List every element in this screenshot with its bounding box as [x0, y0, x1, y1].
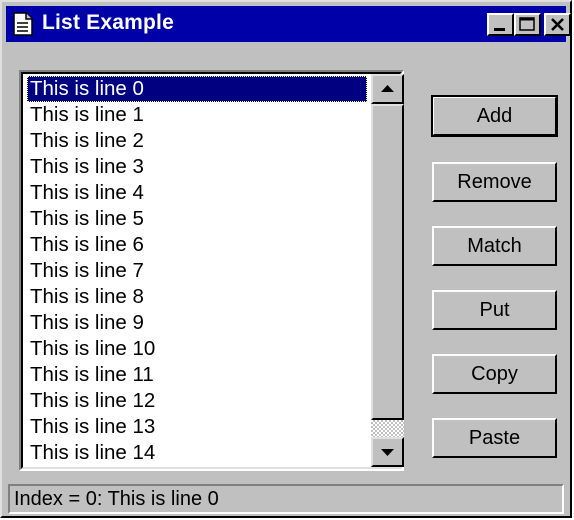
list-item[interactable]: This is line 9 [27, 310, 367, 336]
title-bar[interactable]: List Example [6, 6, 571, 42]
scroll-thumb[interactable] [371, 104, 404, 420]
vertical-scrollbar[interactable] [371, 74, 404, 467]
maximize-icon [519, 17, 535, 31]
list-item[interactable]: This is line 14 [27, 440, 367, 466]
list-item[interactable]: This is line 13 [27, 414, 367, 440]
window-title: List Example [42, 11, 174, 34]
paste-button[interactable]: Paste [432, 418, 557, 458]
list-item[interactable]: This is line 5 [27, 206, 367, 232]
list-item[interactable]: This is line 7 [27, 258, 367, 284]
list-item[interactable]: This is line 6 [27, 232, 367, 258]
scroll-down-button[interactable] [371, 437, 404, 467]
minimize-button[interactable] [487, 13, 514, 36]
list-item[interactable]: This is line 3 [27, 154, 367, 180]
close-icon [551, 18, 564, 31]
scroll-up-button[interactable] [371, 74, 404, 104]
list-item[interactable]: This is line 2 [27, 128, 367, 154]
status-bar: Index = 0: This is line 0 [8, 484, 564, 514]
copy-button[interactable]: Copy [432, 354, 557, 394]
list-item[interactable]: This is line 12 [27, 388, 367, 414]
put-button[interactable]: Put [432, 290, 557, 330]
list-box-inner: This is line 0 This is line 1 This is line… [21, 72, 404, 469]
arrow-up-icon [381, 85, 394, 92]
close-button[interactable] [544, 13, 571, 36]
list-item[interactable]: This is line 1 [27, 102, 367, 128]
arrow-down-icon [381, 449, 394, 456]
list-item[interactable]: This is line 0 [27, 76, 367, 102]
add-button[interactable]: Add [431, 95, 558, 137]
remove-button[interactable]: Remove [432, 162, 557, 202]
list-item[interactable]: This is line 8 [27, 284, 367, 310]
list-box[interactable]: This is line 0 This is line 1 This is line… [19, 70, 404, 471]
app-window: List Example This is line 0 This is line … [0, 0, 572, 518]
document-icon[interactable] [13, 12, 33, 36]
maximize-button[interactable] [514, 13, 541, 36]
minimize-icon [494, 28, 505, 31]
list-item[interactable]: This is line 10 [27, 336, 367, 362]
match-button[interactable]: Match [432, 226, 557, 266]
list-item[interactable]: This is line 4 [27, 180, 367, 206]
list-item[interactable]: This is line 11 [27, 362, 367, 388]
scroll-track[interactable] [371, 420, 404, 437]
list-items: This is line 0 This is line 1 This is line… [23, 74, 369, 467]
